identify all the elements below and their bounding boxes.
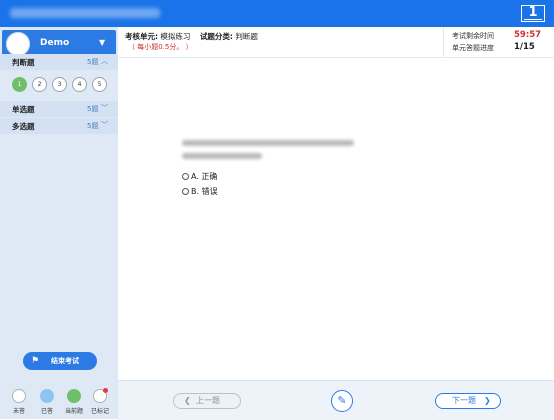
unit-label: 考核单元: bbox=[125, 32, 158, 41]
legend-label: 当前题 bbox=[64, 408, 83, 415]
legend-label: 已答 bbox=[40, 408, 53, 415]
question-sidebar: Demo ▼ 判断题 5题 ︿ 1 2 3 4 5 单选题 5题 ﹀ 多选题 5… bbox=[0, 27, 118, 419]
mark-question-button[interactable]: ✎ bbox=[331, 390, 353, 412]
score-note: （ 每小题0.5分。 ） bbox=[128, 43, 193, 51]
chevron-down-icon[interactable]: ▼ bbox=[99, 38, 105, 47]
question-number-list: 1 2 3 4 5 bbox=[12, 77, 112, 93]
option-key: B. bbox=[191, 187, 200, 196]
username: Demo bbox=[40, 38, 70, 48]
legend-answered: 已答 bbox=[34, 387, 60, 417]
legend-marked: 已标记 bbox=[87, 387, 113, 417]
window-number-button[interactable]: 1 bbox=[521, 5, 545, 22]
blurred-text-line bbox=[182, 140, 354, 146]
question-number-1[interactable]: 1 bbox=[12, 77, 27, 92]
pencil-icon: ✎ bbox=[337, 394, 347, 407]
prev-question-button[interactable]: ❮ 上一题 bbox=[173, 393, 241, 409]
exam-status: 考试剩余时间 59:57 单元答题进度 1/15 bbox=[443, 27, 554, 57]
section-title: 单选题 bbox=[12, 105, 35, 114]
section-count: 5题 bbox=[87, 122, 99, 130]
category-value: 判断题 bbox=[235, 32, 258, 41]
window-title bbox=[10, 8, 160, 18]
progress-value: 1/15 bbox=[514, 42, 535, 52]
section-title: 多选题 bbox=[12, 122, 35, 131]
prev-label: 上一题 bbox=[196, 396, 220, 405]
option-b[interactable]: B. 错误 bbox=[182, 186, 218, 197]
time-remaining-label: 考试剩余时间 bbox=[452, 32, 494, 40]
next-label: 下一题 bbox=[452, 396, 476, 405]
radio-button[interactable] bbox=[182, 173, 189, 180]
section-multiple-choice[interactable]: 多选题 5题 ﹀ bbox=[0, 118, 118, 134]
section-single-choice[interactable]: 单选题 5题 ﹀ bbox=[0, 101, 118, 117]
section-count: 5题 bbox=[87, 105, 99, 113]
chevron-down-icon[interactable]: ﹀ bbox=[101, 120, 108, 130]
option-text: 错误 bbox=[201, 187, 218, 196]
current-dot-icon bbox=[67, 389, 81, 403]
option-key: A. bbox=[191, 172, 199, 181]
exam-header: 考核单元: 模拟练习 试题分类: 判断题 （ 每小题0.5分。 ） 考试剩余时间… bbox=[118, 27, 554, 58]
section-title: 判断题 bbox=[12, 58, 35, 67]
category-label: 试题分类: bbox=[199, 32, 233, 41]
red-mark-icon bbox=[103, 388, 108, 393]
chevron-down-icon[interactable]: ﹀ bbox=[101, 103, 108, 113]
legend-unanswered: 未答 bbox=[6, 387, 32, 417]
status-legend: 未答 已答 当前题 已标记 bbox=[0, 387, 118, 417]
question-number-5[interactable]: 5 bbox=[92, 77, 107, 92]
chevron-left-icon: ❮ bbox=[184, 396, 191, 405]
answered-dot-icon bbox=[40, 389, 54, 403]
avatar bbox=[6, 32, 30, 56]
flag-icon: ⚑ bbox=[31, 356, 40, 366]
unit-info: 考核单元: 模拟练习 试题分类: 判断题 bbox=[125, 31, 258, 42]
end-exam-label: 结束考试 bbox=[51, 357, 79, 365]
option-a[interactable]: A. 正确 bbox=[182, 171, 217, 182]
navigation-footer: ❮ 上一题 ✎ 下一题 ❯ bbox=[118, 380, 554, 420]
time-remaining-value: 59:57 bbox=[514, 30, 542, 40]
option-text: 正确 bbox=[201, 172, 218, 181]
progress-label: 单元答题进度 bbox=[452, 44, 494, 52]
question-number-4[interactable]: 4 bbox=[72, 77, 87, 92]
section-count: 5题 bbox=[87, 58, 99, 66]
chevron-right-icon: ❯ bbox=[484, 396, 491, 405]
section-true-false[interactable]: 判断题 5题 ︿ bbox=[0, 54, 118, 70]
question-stem bbox=[182, 140, 354, 166]
legend-label: 未答 bbox=[12, 408, 25, 415]
unanswered-dot-icon bbox=[12, 389, 26, 403]
blurred-text-line bbox=[182, 153, 262, 159]
radio-button[interactable] bbox=[182, 188, 189, 195]
question-number-2[interactable]: 2 bbox=[32, 77, 47, 92]
question-number-3[interactable]: 3 bbox=[52, 77, 67, 92]
unit-value: 模拟练习 bbox=[160, 32, 191, 41]
question-area: A. 正确 B. 错误 bbox=[118, 58, 554, 380]
next-question-button[interactable]: 下一题 ❯ bbox=[435, 393, 501, 409]
chevron-up-icon[interactable]: ︿ bbox=[101, 56, 108, 66]
legend-current: 当前题 bbox=[61, 387, 87, 417]
legend-label: 已标记 bbox=[90, 408, 109, 415]
title-bar: 1 bbox=[0, 0, 554, 27]
end-exam-button[interactable]: ⚑ 结束考试 bbox=[23, 352, 97, 370]
